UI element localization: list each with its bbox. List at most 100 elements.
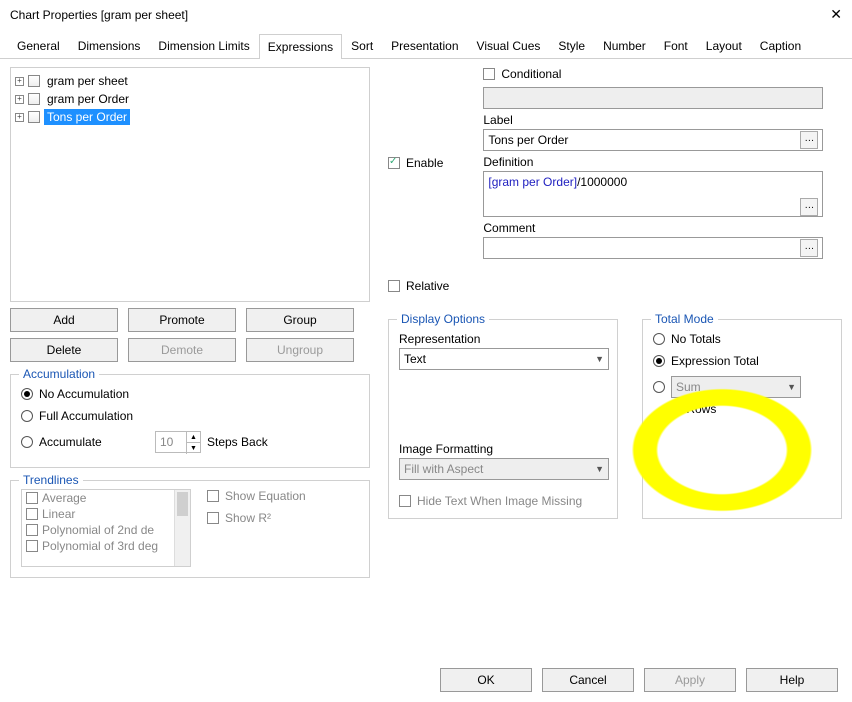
group-button[interactable]: Group: [246, 308, 354, 332]
add-button[interactable]: Add: [10, 308, 118, 332]
total-mode-group: Total Mode No Totals Expression Total Su…: [642, 319, 842, 519]
tree-label: gram per sheet: [44, 73, 131, 89]
tab-number[interactable]: Number: [594, 33, 655, 58]
radio-label: No Totals: [671, 332, 721, 346]
image-formatting-value: Fill with Aspect: [404, 462, 483, 476]
trendlines-legend: Trendlines: [19, 473, 83, 487]
label-label: Label: [483, 113, 842, 127]
scrollbar-thumb[interactable]: [177, 492, 188, 516]
tab-bar: General Dimensions Dimension Limits Expr…: [0, 33, 852, 59]
tab-layout[interactable]: Layout: [697, 33, 751, 58]
tab-general[interactable]: General: [8, 33, 69, 58]
relative-label: Relative: [406, 279, 449, 293]
tab-sort[interactable]: Sort: [342, 33, 382, 58]
tab-visual-cues[interactable]: Visual Cues: [468, 33, 550, 58]
chevron-down-icon: ▼: [595, 464, 604, 474]
steps-stepper[interactable]: ▲▼: [155, 431, 201, 453]
tree-row[interactable]: + gram per Order: [15, 90, 365, 108]
radio-accumulate[interactable]: [21, 436, 33, 448]
tab-style[interactable]: Style: [549, 33, 594, 58]
sum-value: Sum: [676, 380, 701, 394]
tab-dimension-limits[interactable]: Dimension Limits: [149, 33, 258, 58]
steps-input[interactable]: [156, 432, 186, 452]
sum-select: Sum ▼: [671, 376, 801, 398]
label-value: Tons per Order: [488, 133, 568, 147]
conditional-label: Conditional: [501, 67, 561, 81]
label-input[interactable]: Tons per Order …: [483, 129, 823, 151]
accumulation-legend: Accumulation: [19, 367, 99, 381]
checkbox-show-r2[interactable]: [207, 512, 219, 524]
definition-input[interactable]: [gram per Order]/1000000 …: [483, 171, 823, 217]
radio-label: Accumulate: [39, 435, 149, 449]
tree-label: gram per Order: [44, 91, 132, 107]
checkbox-conditional[interactable]: [483, 68, 495, 80]
list-item: Polynomial of 3rd deg: [42, 539, 158, 553]
window-title: Chart Properties [gram per sheet]: [10, 8, 188, 22]
show-equation-label: Show Equation: [225, 489, 306, 503]
radio-label: Expression Total: [671, 354, 759, 368]
ungroup-button: Ungroup: [246, 338, 354, 362]
checkbox-enable[interactable]: [388, 157, 400, 169]
expand-icon[interactable]: +: [15, 95, 24, 104]
checkbox-hide-text: [399, 495, 411, 507]
tab-presentation[interactable]: Presentation: [382, 33, 467, 58]
display-options-group: Display Options Representation Text▼ Ima…: [388, 319, 618, 519]
definition-suffix: /1000000: [577, 175, 627, 189]
checkbox-relative[interactable]: [388, 280, 400, 292]
representation-label: Representation: [399, 332, 607, 346]
list-item: Linear: [42, 507, 75, 521]
checkbox-show-equation[interactable]: [207, 490, 219, 502]
expression-tree[interactable]: + gram per sheet + gram per Order + Tons…: [10, 67, 370, 302]
representation-value: Text: [404, 352, 426, 366]
of-rows-label: of Rows: [653, 402, 831, 416]
definition-label: Definition: [483, 155, 842, 169]
hide-text-label: Hide Text When Image Missing: [417, 494, 582, 508]
checkbox[interactable]: [26, 508, 38, 520]
promote-button[interactable]: Promote: [128, 308, 236, 332]
radio-full-accumulation[interactable]: [21, 410, 33, 422]
checkbox[interactable]: [26, 492, 38, 504]
step-up-icon[interactable]: ▲: [186, 432, 200, 443]
radio-label: No Accumulation: [39, 387, 129, 401]
ellipsis-icon[interactable]: …: [800, 198, 818, 216]
help-button[interactable]: Help: [746, 668, 838, 692]
representation-select[interactable]: Text▼: [399, 348, 609, 370]
radio-sum-of-rows[interactable]: [653, 381, 665, 393]
tab-font[interactable]: Font: [655, 33, 697, 58]
expand-icon[interactable]: +: [15, 77, 24, 86]
ellipsis-icon[interactable]: …: [800, 131, 818, 149]
trendlines-group: Trendlines Average Linear Polynomial of …: [10, 480, 370, 578]
cancel-button[interactable]: Cancel: [542, 668, 634, 692]
grid-icon: [28, 93, 40, 105]
conditional-input: [483, 87, 823, 109]
tab-expressions[interactable]: Expressions: [259, 34, 342, 59]
comment-label: Comment: [483, 221, 842, 235]
apply-button: Apply: [644, 668, 736, 692]
chevron-down-icon: ▼: [787, 382, 796, 392]
accumulation-group: Accumulation No Accumulation Full Accumu…: [10, 374, 370, 468]
image-formatting-select: Fill with Aspect ▼: [399, 458, 609, 480]
list-item: Polynomial of 2nd de: [42, 523, 154, 537]
step-down-icon[interactable]: ▼: [186, 443, 200, 454]
radio-no-totals[interactable]: [653, 333, 665, 345]
ellipsis-icon[interactable]: …: [800, 239, 818, 257]
checkbox[interactable]: [26, 524, 38, 536]
radio-expression-total[interactable]: [653, 355, 665, 367]
steps-back-label: Steps Back: [207, 435, 268, 449]
tree-row[interactable]: + gram per sheet: [15, 72, 365, 90]
checkbox[interactable]: [26, 540, 38, 552]
scrollbar[interactable]: [174, 490, 190, 566]
tree-row[interactable]: + Tons per Order: [15, 108, 365, 126]
delete-button[interactable]: Delete: [10, 338, 118, 362]
trendlines-list[interactable]: Average Linear Polynomial of 2nd de Poly…: [21, 489, 191, 567]
tab-caption[interactable]: Caption: [751, 33, 810, 58]
expand-icon[interactable]: +: [15, 113, 24, 122]
close-icon[interactable]: ✕: [830, 6, 842, 23]
comment-input[interactable]: …: [483, 237, 823, 259]
tab-dimensions[interactable]: Dimensions: [69, 33, 150, 58]
radio-no-accumulation[interactable]: [21, 388, 33, 400]
tree-label-selected: Tons per Order: [44, 109, 130, 125]
definition-prefix: [gram per Order]: [488, 175, 577, 189]
ok-button[interactable]: OK: [440, 668, 532, 692]
display-options-legend: Display Options: [397, 312, 489, 326]
